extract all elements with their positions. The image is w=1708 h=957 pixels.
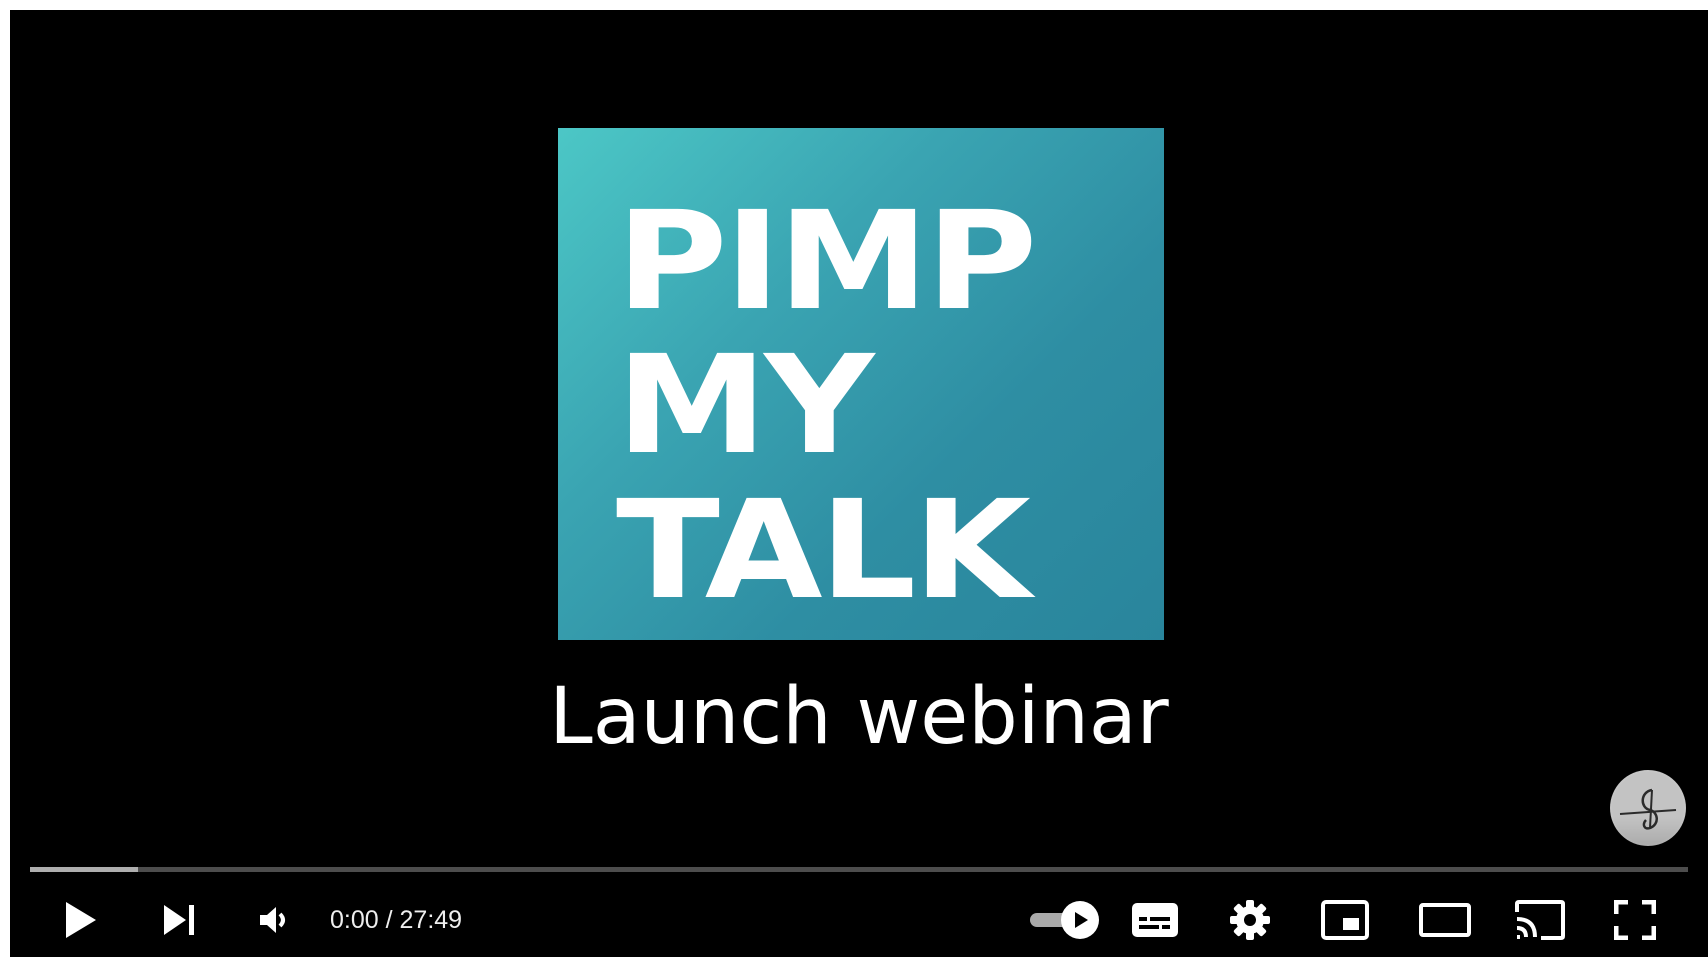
captions-icon [1132,903,1178,937]
pimp-my-talk-logo: PIMP MY TALK [558,128,1164,640]
next-icon [164,905,194,935]
play-icon [66,902,96,938]
miniplayer-icon [1321,900,1369,940]
fullscreen-button[interactable] [1595,890,1675,950]
logo-line-3: TALK [616,472,1031,630]
player-controls: 0:00 / 27:49 [10,890,1708,950]
play-button[interactable] [50,890,110,950]
time-display: 0:00 / 27:49 [330,890,462,950]
next-button[interactable] [150,890,210,950]
volume-button[interactable] [245,890,305,950]
settings-button[interactable] [1215,890,1285,950]
current-time: 0:00 [330,905,379,934]
captions-button[interactable] [1120,890,1190,950]
fullscreen-icon [1614,900,1656,940]
logo-line-2: MY [616,327,875,485]
gear-icon [1230,900,1270,940]
theater-mode-icon [1419,903,1471,937]
autoplay-toggle-icon [1030,901,1099,939]
miniplayer-button[interactable] [1310,890,1380,950]
theater-mode-button[interactable] [1405,890,1485,950]
video-subtitle: Launch webinar [549,672,1169,762]
duration: 27:49 [399,905,463,934]
video-player[interactable]: PIMP MY TALK Launch webinar 0:00 / 27:49 [10,10,1708,957]
video-frame[interactable]: PIMP MY TALK Launch webinar [10,10,1708,957]
time-separator: / [378,905,400,934]
autoplay-toggle[interactable] [1025,890,1105,950]
volume-icon [260,907,285,933]
progress-loaded [30,867,138,872]
progress-bar[interactable] [30,867,1688,872]
logo-line-1: PIMP [616,183,1037,341]
cast-button[interactable] [1500,890,1580,950]
cast-icon [1515,900,1565,940]
